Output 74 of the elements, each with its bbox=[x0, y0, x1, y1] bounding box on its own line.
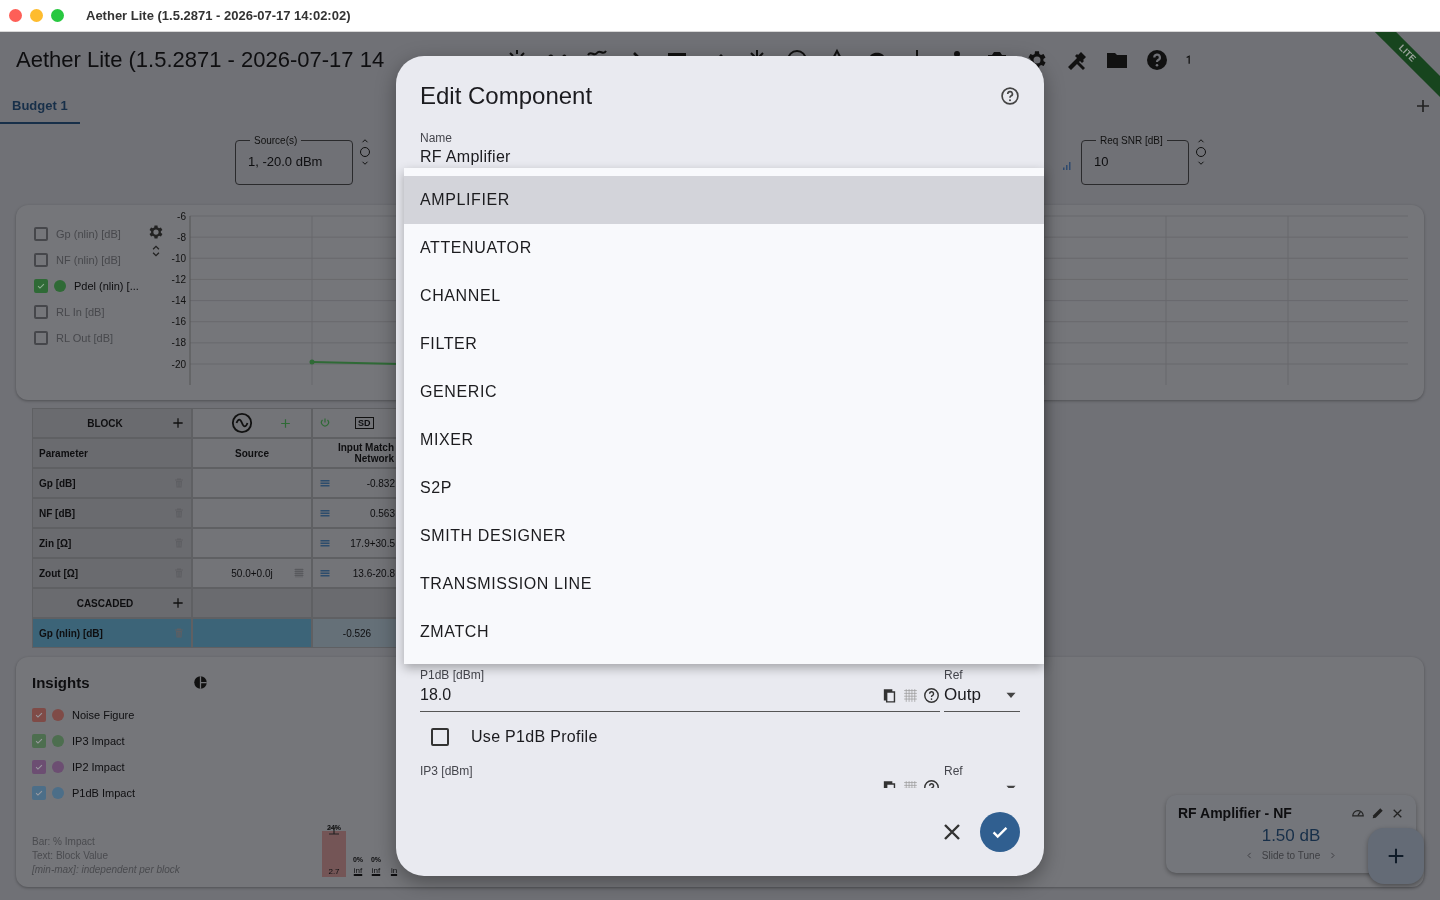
axis-tick-label: -8 bbox=[177, 231, 186, 243]
cell-value: 17.9+30.5 bbox=[350, 537, 395, 549]
cell-value: 0.563 bbox=[369, 507, 395, 519]
field-label: P1dB [dBm] bbox=[420, 667, 486, 683]
bar-value: inf bbox=[371, 866, 381, 878]
tuned-value: 1.50 dB bbox=[1261, 826, 1321, 846]
cell-value: 13.6-20.8 bbox=[352, 567, 395, 579]
field-label: Name bbox=[420, 130, 453, 146]
axis-tick-label: -20 bbox=[171, 358, 186, 370]
insight-label: IP2 Impact bbox=[72, 761, 125, 773]
sd-label[interactable]: SD bbox=[355, 417, 374, 429]
field-label: IP3 [dBm] bbox=[420, 763, 474, 779]
menu-item[interactable]: SMITH DESIGNER bbox=[404, 512, 1044, 560]
field-value: 10 bbox=[1094, 153, 1109, 169]
parameter-label: Zin [Ω] bbox=[39, 537, 72, 549]
parameter-cell[interactable]: Zout [Ω] bbox=[33, 559, 191, 587]
block-label: BLOCK bbox=[87, 417, 123, 429]
checkbox-label: Use P1dB Profile bbox=[471, 728, 598, 746]
field-label: Source(s) bbox=[254, 135, 298, 146]
parameter-label: NF [dB] bbox=[39, 507, 76, 519]
field-label: Ref bbox=[944, 667, 964, 683]
bar-value: inf bbox=[353, 866, 363, 878]
ip3-field[interactable]: IP3 [dBm] bbox=[420, 763, 940, 788]
field-label: Ref bbox=[944, 763, 964, 779]
insight-label: P1dB Impact bbox=[72, 787, 135, 799]
axis-tick-label: -6 bbox=[177, 210, 186, 222]
axis-tick-label: -18 bbox=[171, 337, 186, 349]
p1db-field[interactable]: P1dB [dBm] 18.0 bbox=[420, 667, 940, 712]
field-value: 18.0 bbox=[420, 686, 453, 704]
column-header: Source bbox=[193, 439, 311, 467]
menu-item[interactable]: TRANSMISSION LINE bbox=[404, 560, 1044, 608]
cell-value: -0.526 bbox=[342, 627, 372, 639]
trace-label: Pdel (nlin) [... bbox=[74, 280, 139, 292]
menu-item[interactable]: AMPLIFIER bbox=[404, 176, 1044, 224]
dialog-title: Edit Component bbox=[420, 82, 594, 110]
source-field[interactable]: Source(s) 1, -20.0 dBm bbox=[235, 135, 353, 185]
menu-item[interactable]: MIXER bbox=[404, 416, 1044, 464]
axis-tick-label: -14 bbox=[171, 295, 186, 307]
window-title: Aether Lite (1.5.2871 - 2026-07-17 14:02:02) bbox=[86, 8, 351, 23]
cell-value: -0.832 bbox=[366, 477, 395, 489]
panel-title: Insights bbox=[32, 673, 90, 691]
ref-dropdown[interactable]: Ref Outp bbox=[944, 667, 1020, 712]
menu-item[interactable]: ZMATCH bbox=[404, 608, 1044, 656]
card-title: RF Amplifier - NF bbox=[1178, 805, 1293, 821]
name-field[interactable]: Name RF Amplifier bbox=[420, 130, 1020, 168]
column-header: Parameter bbox=[33, 439, 191, 467]
axis-tick-label: -10 bbox=[171, 252, 186, 264]
cell-value: 50.0+0.0j bbox=[231, 567, 273, 579]
insight-label: Noise Figure bbox=[72, 709, 135, 721]
field-label: Req SNR [dB] bbox=[1100, 135, 1163, 146]
req-snr-field[interactable]: Req SNR [dB] 10 bbox=[1081, 135, 1189, 185]
parameter-cell[interactable]: Zin [Ω] bbox=[33, 529, 191, 557]
parameter-label: Gp (nlin) [dB] bbox=[39, 627, 103, 639]
axis-tick-label: -12 bbox=[171, 273, 186, 285]
menu-item[interactable]: CHANNEL bbox=[404, 272, 1044, 320]
field-value: Outp bbox=[944, 685, 982, 705]
parameter-label: Gp [dB] bbox=[39, 477, 76, 489]
field-value: 1, -20.0 dBm bbox=[248, 153, 323, 169]
parameter-label: Zout [Ω] bbox=[39, 567, 79, 579]
axis-tick-label: -16 bbox=[171, 316, 186, 328]
menu-item[interactable]: S2P bbox=[404, 464, 1044, 512]
bar-value: in bbox=[390, 866, 398, 878]
insight-label: IP3 Impact bbox=[72, 735, 125, 747]
parameter-cell[interactable]: Gp [dB] bbox=[33, 469, 191, 497]
menu-item[interactable]: FILTER bbox=[404, 320, 1044, 368]
menu-item[interactable]: ATTENUATOR bbox=[404, 224, 1044, 272]
parameter-cell[interactable]: NF [dB] bbox=[33, 499, 191, 527]
app-title: Aether Lite (1.5.2871 - 2026-07-17 14 bbox=[16, 47, 385, 73]
ref-dropdown[interactable]: Ref bbox=[944, 763, 1020, 788]
column-header: Input Match Network bbox=[313, 439, 396, 467]
cascaded-label: CASCADED bbox=[76, 597, 134, 609]
menu-item[interactable]: GENERIC bbox=[404, 368, 1044, 416]
field-value: RF Amplifier bbox=[420, 147, 512, 167]
bar-value: 2.7 bbox=[328, 867, 340, 878]
